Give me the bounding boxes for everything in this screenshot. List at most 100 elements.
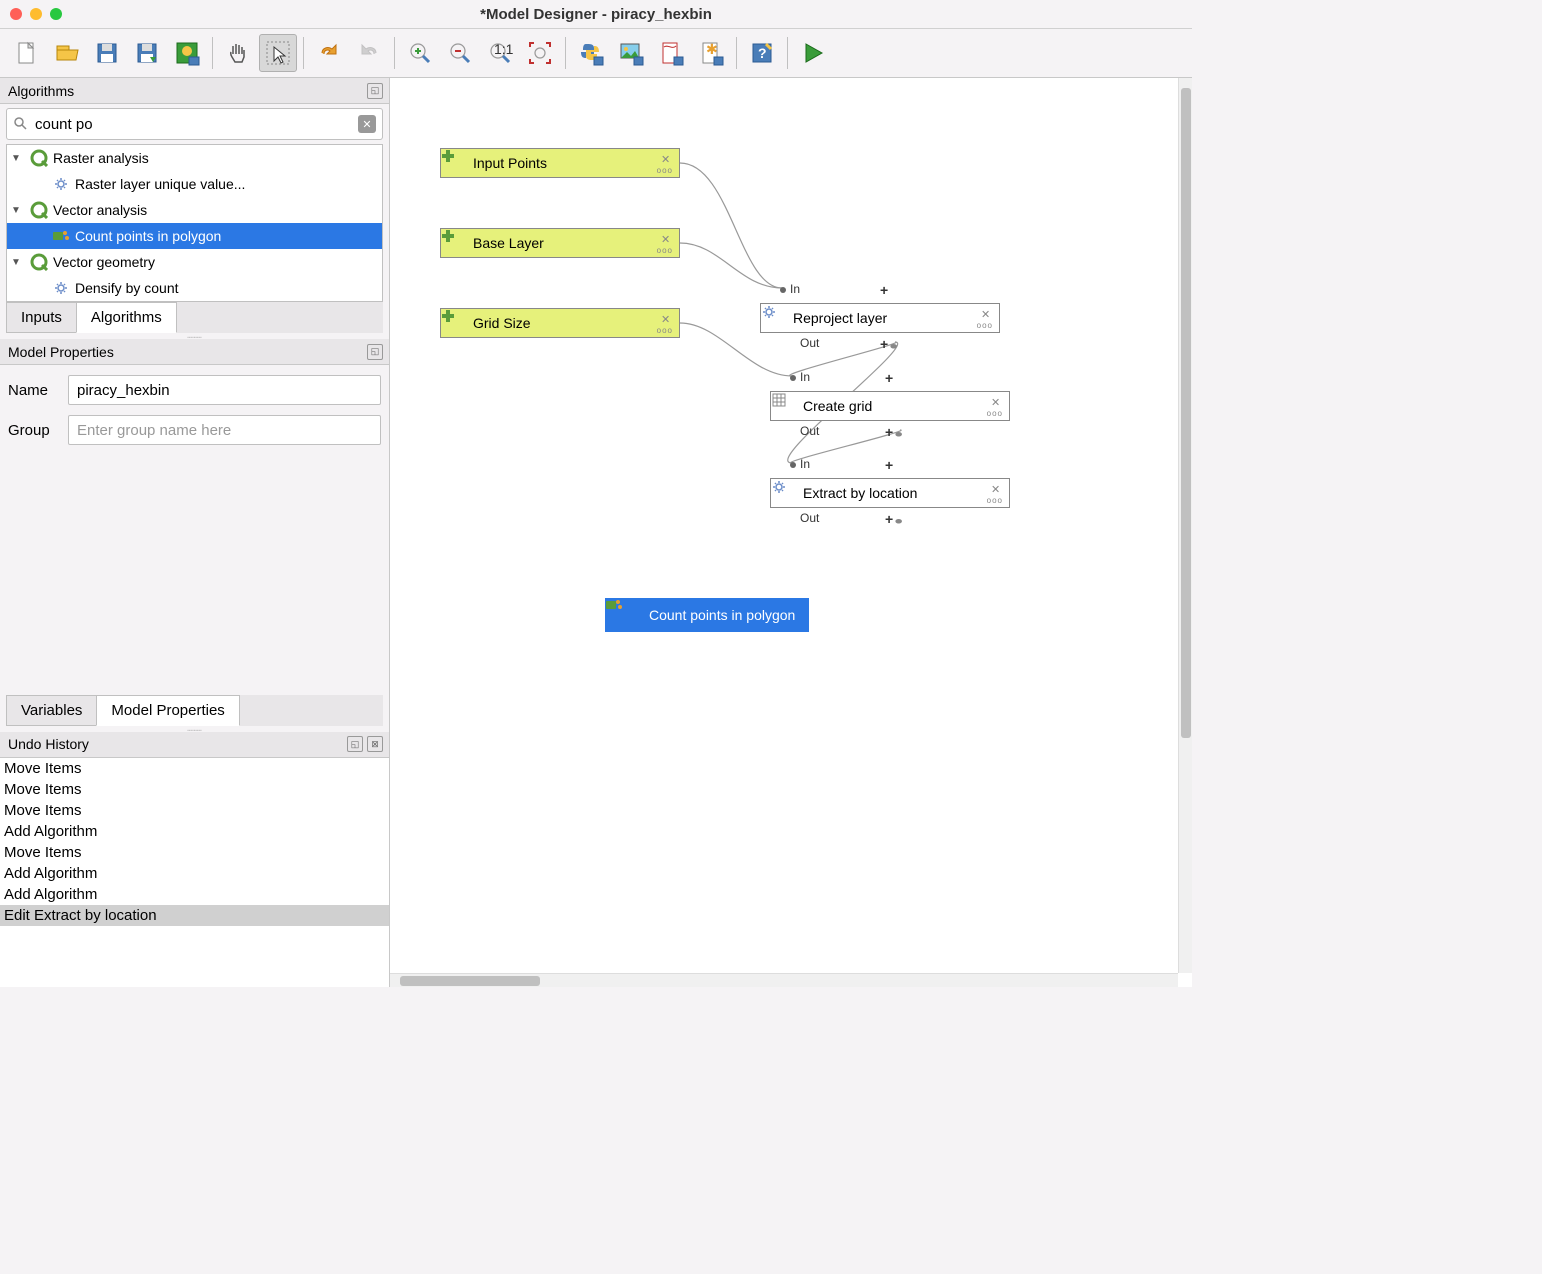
- in-plus[interactable]: +: [885, 370, 893, 386]
- in-port[interactable]: In: [780, 282, 800, 296]
- dots-icon[interactable]: ooo: [657, 326, 673, 335]
- undo-history-label: Undo History: [8, 736, 89, 752]
- undo-item[interactable]: Add Algorithm: [0, 884, 389, 905]
- zoom-in-button[interactable]: [401, 34, 439, 72]
- sidebar-tabs-2: VariablesModel Properties: [6, 695, 383, 726]
- canvas[interactable]: Input Points✕ooo Base Layer✕ooo Grid Size✕…: [390, 78, 1192, 987]
- tree-group[interactable]: ▼Vector analysis: [7, 197, 382, 223]
- grid-icon: [779, 397, 797, 415]
- dots-icon[interactable]: ooo: [987, 496, 1003, 505]
- save-button[interactable]: [88, 34, 126, 72]
- close-icon[interactable]: ✕: [661, 233, 673, 245]
- in-port[interactable]: In: [790, 370, 810, 384]
- run-button[interactable]: [794, 34, 832, 72]
- out-plus[interactable]: +⬬: [880, 336, 897, 352]
- algorithm-tree[interactable]: ▼Raster analysisRaster layer unique valu…: [6, 144, 383, 302]
- clear-search-icon[interactable]: ✕: [358, 115, 376, 133]
- count-points-icon: [51, 226, 71, 246]
- out-plus[interactable]: +⬬: [885, 424, 902, 440]
- save-as-button[interactable]: [128, 34, 166, 72]
- svg-text:✱: ✱: [706, 41, 718, 57]
- panel-toggle-icon[interactable]: ◱: [367, 83, 383, 99]
- open-button[interactable]: [48, 34, 86, 72]
- export-image-button[interactable]: [612, 34, 650, 72]
- export-svg-button[interactable]: ✱: [692, 34, 730, 72]
- tab-variables[interactable]: Variables: [6, 695, 97, 726]
- new-button[interactable]: [8, 34, 46, 72]
- undo-item[interactable]: Move Items: [0, 758, 389, 779]
- dots-icon[interactable]: ooo: [987, 409, 1003, 418]
- close-icon[interactable]: ✕: [991, 483, 1003, 495]
- window-title: *Model Designer - piracy_hexbin: [10, 6, 1182, 23]
- close-icon[interactable]: ✕: [981, 308, 993, 320]
- help-button[interactable]: ?: [743, 34, 781, 72]
- input-node[interactable]: Grid Size✕ooo: [440, 308, 680, 338]
- undo-item[interactable]: Add Algorithm: [0, 821, 389, 842]
- group-input[interactable]: [68, 415, 381, 445]
- in-plus[interactable]: +: [880, 282, 888, 298]
- tab-inputs[interactable]: Inputs: [6, 302, 77, 333]
- tree-item[interactable]: Count points in polygon: [7, 223, 382, 249]
- dots-icon[interactable]: ooo: [657, 246, 673, 255]
- maximize-icon[interactable]: [50, 8, 62, 20]
- zoom-out-button[interactable]: [441, 34, 479, 72]
- dots-icon[interactable]: ooo: [977, 321, 993, 330]
- search-input[interactable]: [35, 116, 358, 133]
- algorithm-node[interactable]: Reproject layer✕ooo: [760, 303, 1000, 333]
- zoom-actual-button[interactable]: 1:1: [481, 34, 519, 72]
- redo-button[interactable]: [350, 34, 388, 72]
- panel-toggle-icon[interactable]: ◱: [367, 344, 383, 360]
- algorithm-node[interactable]: Create grid✕ooo: [770, 391, 1010, 421]
- vertical-scrollbar[interactable]: [1178, 78, 1192, 973]
- undo-history-header: Undo History ⊠ ◱: [0, 732, 389, 758]
- qgis-icon: [29, 200, 49, 220]
- tree-group[interactable]: ▼Vector geometry: [7, 249, 382, 275]
- undo-item[interactable]: Move Items: [0, 842, 389, 863]
- in-port[interactable]: In: [790, 457, 810, 471]
- tree-item[interactable]: Densify by count: [7, 275, 382, 301]
- qgis-icon: [29, 252, 49, 272]
- gear-icon: [51, 174, 71, 194]
- tree-group[interactable]: ▼Raster analysis: [7, 145, 382, 171]
- export-pdf-button[interactable]: [652, 34, 690, 72]
- dots-icon[interactable]: ooo: [657, 166, 673, 175]
- select-button[interactable]: [259, 34, 297, 72]
- close-icon[interactable]: ✕: [661, 153, 673, 165]
- pan-button[interactable]: [219, 34, 257, 72]
- undo-item[interactable]: Move Items: [0, 800, 389, 821]
- tab-algorithms[interactable]: Algorithms: [76, 302, 177, 333]
- close-icon[interactable]: ✕: [661, 313, 673, 325]
- undo-history-list[interactable]: Move ItemsMove ItemsMove ItemsAdd Algori…: [0, 758, 389, 988]
- svg-text:?: ?: [758, 45, 767, 61]
- tab-model-properties[interactable]: Model Properties: [96, 695, 239, 726]
- undo-item[interactable]: Add Algorithm: [0, 863, 389, 884]
- out-port[interactable]: Out: [800, 511, 819, 525]
- panel-close-icon[interactable]: ⊠: [367, 736, 383, 752]
- gear-icon: [51, 278, 71, 298]
- minimize-icon[interactable]: [30, 8, 42, 20]
- undo-item[interactable]: Move Items: [0, 779, 389, 800]
- in-plus[interactable]: +: [885, 457, 893, 473]
- zoom-full-button[interactable]: [521, 34, 559, 72]
- sidebar: Algorithms ◱ ✕ ▼Raster analysisRaster la…: [0, 78, 390, 987]
- close-icon[interactable]: ✕: [991, 396, 1003, 408]
- panel-toggle-icon[interactable]: ◱: [347, 736, 363, 752]
- name-label: Name: [8, 382, 68, 399]
- out-plus[interactable]: +⬬: [885, 511, 902, 527]
- sidebar-tabs: InputsAlgorithms: [6, 302, 383, 333]
- export-python-button[interactable]: [572, 34, 610, 72]
- out-port[interactable]: Out: [800, 336, 819, 350]
- name-input[interactable]: [68, 375, 381, 405]
- algorithms-label: Algorithms: [8, 83, 74, 99]
- undo-item[interactable]: Edit Extract by location: [0, 905, 389, 926]
- horizontal-scrollbar[interactable]: [390, 973, 1178, 987]
- out-port[interactable]: Out: [800, 424, 819, 438]
- qgis-icon: [29, 148, 49, 168]
- undo-button[interactable]: [310, 34, 348, 72]
- algorithm-node[interactable]: Extract by location✕ooo: [770, 478, 1010, 508]
- input-node[interactable]: Input Points✕ooo: [440, 148, 680, 178]
- tree-item[interactable]: Raster layer unique value...: [7, 171, 382, 197]
- close-icon[interactable]: [10, 8, 22, 20]
- input-node[interactable]: Base Layer✕ooo: [440, 228, 680, 258]
- save-project-button[interactable]: [168, 34, 206, 72]
